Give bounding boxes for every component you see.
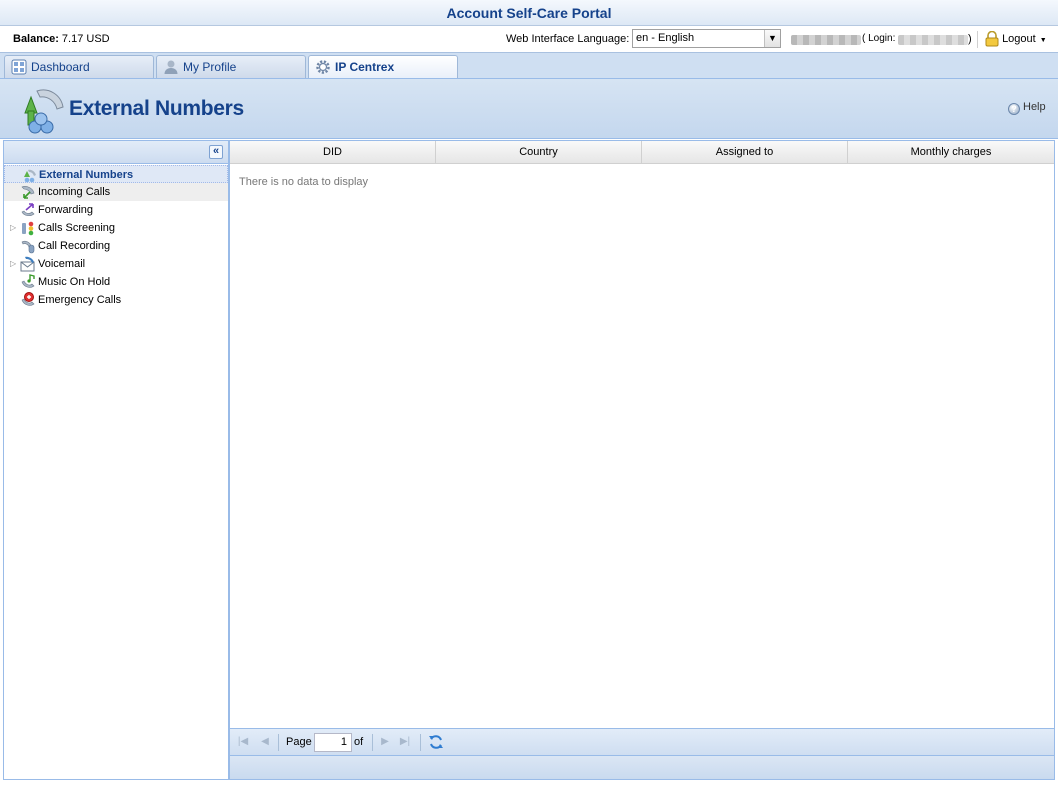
sidebar-header: « <box>4 141 228 164</box>
account-info-bar: Balance: 7.17 USD Web Interface Language… <box>0 27 1058 52</box>
divider <box>420 734 421 751</box>
chevron-down-icon[interactable]: ▼ <box>764 30 780 47</box>
divider <box>977 31 978 48</box>
footer-bar <box>230 755 1054 779</box>
voicemail-icon <box>20 256 36 272</box>
lock-icon <box>985 30 999 47</box>
external-numbers-icon <box>21 167 37 183</box>
logout-button[interactable]: Logout ▼ <box>985 30 1047 48</box>
sidebar-item-forwarding[interactable]: Forwarding <box>4 201 228 219</box>
expand-arrow-icon[interactable]: ▷ <box>10 255 16 273</box>
empty-message: There is no data to display <box>239 176 369 188</box>
dashboard-icon <box>11 59 27 75</box>
tab-label: Dashboard <box>31 60 90 74</box>
login-close: ) <box>968 33 972 45</box>
sidebar-item-call-recording[interactable]: Call Recording <box>4 237 228 255</box>
page-title: External Numbers <box>69 97 244 120</box>
numbers-grid: DID Country Assigned to Monthly charges … <box>229 140 1055 780</box>
refresh-icon[interactable] <box>428 734 444 750</box>
call-recording-icon <box>20 238 36 254</box>
last-page-icon[interactable]: ▶| <box>398 735 412 749</box>
balance-value: 7.17 USD <box>61 33 110 45</box>
forwarding-icon <box>20 202 36 218</box>
expand-arrow-icon[interactable]: ▷ <box>10 219 16 237</box>
column-header[interactable]: Assigned to <box>642 141 848 164</box>
sidebar-item-label: Emergency Calls <box>38 294 122 306</box>
tab-dashboard[interactable]: Dashboard <box>4 55 154 79</box>
sidebar-item-incoming-calls[interactable]: Incoming Calls <box>4 183 228 201</box>
language-value: en - English <box>636 32 695 44</box>
language-label: Web Interface Language: <box>506 33 630 45</box>
divider <box>372 734 373 751</box>
sidebar-item-calls-screening[interactable]: ▷ Calls Screening <box>4 219 228 237</box>
incoming-calls-icon <box>20 184 36 200</box>
sidebar: « External Numbers Incoming Calls Forwar… <box>3 140 229 780</box>
sidebar-item-label: Voicemail <box>38 258 86 270</box>
tab-strip: Dashboard My Profile IP Centrex <box>0 52 1058 80</box>
grid-header: DID Country Assigned to Monthly charges <box>230 141 1054 164</box>
balance: Balance: 7.17 USD <box>13 33 110 45</box>
balance-label: Balance: <box>13 33 59 45</box>
sidebar-tree: External Numbers Incoming Calls Forwardi… <box>4 164 228 309</box>
of-label: of <box>354 736 364 748</box>
external-numbers-icon <box>15 83 67 135</box>
pagination-toolbar: |◀ ◀ Page 1 of ▶ ▶| <box>230 728 1054 755</box>
previous-page-icon[interactable]: ◀ <box>258 735 272 749</box>
help-icon: ? <box>1008 103 1020 115</box>
title-bar: Account Self-Care Portal <box>0 0 1058 26</box>
music-on-hold-icon <box>20 274 36 290</box>
page-header: External Numbers ? Help <box>0 78 1058 139</box>
next-page-icon[interactable]: ▶ <box>378 735 392 749</box>
sidebar-item-voicemail[interactable]: ▷ Voicemail <box>4 255 228 273</box>
divider <box>278 734 279 751</box>
sidebar-item-external-numbers[interactable]: External Numbers <box>4 165 228 183</box>
chevron-down-icon: ▼ <box>1039 37 1047 44</box>
tab-ip-centrex[interactable]: IP Centrex <box>308 55 458 80</box>
sidebar-item-label: External Numbers <box>39 169 134 181</box>
login-label: ( Login: <box>862 33 896 44</box>
logout-label: Logout <box>1002 33 1036 45</box>
help-label: Help <box>1023 101 1046 113</box>
sidebar-item-label: Forwarding <box>38 204 94 216</box>
gear-icon <box>315 59 331 75</box>
calls-screening-icon <box>20 220 36 236</box>
page-number-input[interactable]: 1 <box>314 733 352 752</box>
tab-label: My Profile <box>183 60 237 74</box>
sidebar-item-label: Calls Screening <box>38 222 116 234</box>
sidebar-item-label: Incoming Calls <box>38 186 111 198</box>
sidebar-item-music-on-hold[interactable]: Music On Hold <box>4 273 228 291</box>
language-select[interactable]: en - English ▼ <box>632 29 781 48</box>
sidebar-item-emergency-calls[interactable]: Emergency Calls <box>4 291 228 309</box>
column-header[interactable]: Monthly charges <box>848 141 1054 164</box>
tab-my-profile[interactable]: My Profile <box>156 55 306 79</box>
column-header[interactable]: DID <box>230 141 436 164</box>
user-icon <box>163 59 179 75</box>
sidebar-item-label: Music On Hold <box>38 276 111 288</box>
page-label: Page <box>286 736 312 748</box>
tab-label: IP Centrex <box>335 60 395 74</box>
redacted-name <box>791 35 861 45</box>
sidebar-item-label: Call Recording <box>38 240 111 252</box>
app-title: Account Self-Care Portal <box>446 5 612 21</box>
collapse-icon[interactable]: « <box>209 145 223 159</box>
redacted-login <box>898 35 968 45</box>
column-header[interactable]: Country <box>436 141 642 164</box>
help-button[interactable]: ? Help <box>1008 101 1046 115</box>
emergency-calls-icon <box>20 292 36 308</box>
first-page-icon[interactable]: |◀ <box>236 735 250 749</box>
